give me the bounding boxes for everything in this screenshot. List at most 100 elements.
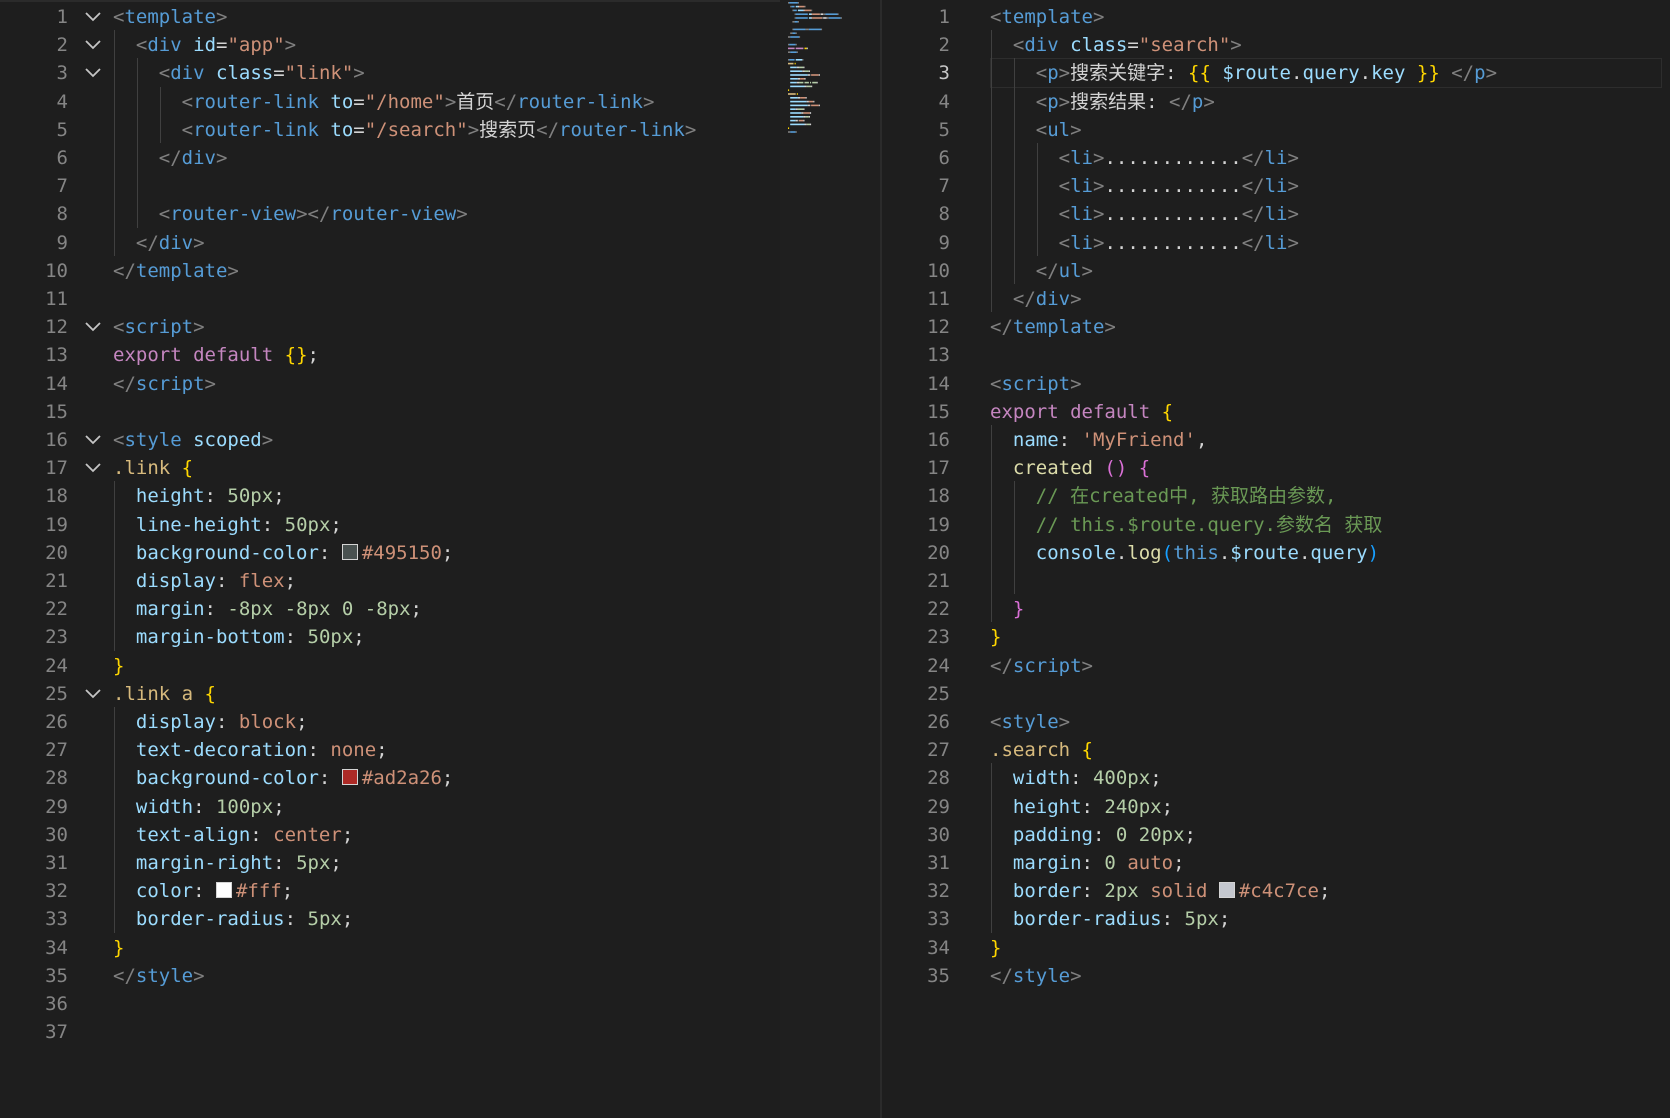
code-text[interactable]: height: 50px;	[113, 481, 285, 511]
code-text[interactable]: line-height: 50px;	[113, 510, 342, 540]
code-text[interactable]: </div>	[990, 284, 1082, 314]
code-text[interactable]: text-align: center;	[113, 820, 353, 850]
code-text[interactable]: margin: 0 auto;	[990, 848, 1185, 878]
code-text[interactable]: text-decoration: none;	[113, 735, 388, 765]
code-text[interactable]: <div class="search">	[990, 30, 1242, 60]
code-line[interactable]: 7 <li>............</li>	[882, 171, 1670, 201]
code-line[interactable]: 21 display: flex;	[0, 566, 780, 596]
code-line[interactable]: 3 <p>搜索关键字: {{ $route.query.key }} </p>	[882, 58, 1670, 88]
code-text[interactable]: .search {	[990, 735, 1093, 765]
left-editor-pane[interactable]: 1 <template> 2 <div id="app"> 3 <div class=…	[0, 0, 880, 1118]
code-line[interactable]: 2 <div id="app">	[0, 30, 780, 60]
code-line[interactable]: 6 </div>	[0, 143, 780, 173]
code-line[interactable]: 4 <router-link to="/home">首页</router-lin…	[0, 87, 780, 117]
code-line[interactable]: 13	[882, 340, 1670, 370]
code-text[interactable]: created () {	[990, 453, 1150, 483]
code-line[interactable]: 17 .link {	[0, 453, 780, 483]
code-line[interactable]: 14 <script>	[882, 369, 1670, 399]
code-text[interactable]: </style>	[990, 961, 1082, 991]
code-line[interactable]: 24 </script>	[882, 651, 1670, 681]
code-text[interactable]: }	[990, 933, 1001, 963]
code-line[interactable]: 10 </ul>	[882, 256, 1670, 286]
code-text[interactable]: <template>	[113, 2, 227, 32]
code-text[interactable]: }	[990, 622, 1001, 652]
color-swatch[interactable]	[341, 769, 358, 786]
code-line[interactable]: 35 </style>	[0, 961, 780, 991]
code-line[interactable]: 28 background-color: #ad2a26;	[0, 763, 780, 793]
code-line[interactable]: 3 <div class="link">	[0, 58, 780, 88]
code-line[interactable]: 17 created () {	[882, 453, 1670, 483]
code-text[interactable]: </script>	[113, 369, 216, 399]
code-line[interactable]: 27 text-decoration: none;	[0, 735, 780, 765]
code-text[interactable]: </script>	[990, 651, 1093, 681]
code-line[interactable]: 27 .search {	[882, 735, 1670, 765]
fold-chevron-icon[interactable]	[82, 30, 102, 60]
code-line[interactable]: 11	[0, 284, 780, 314]
code-text[interactable]: <p>搜索关键字: {{ $route.query.key }} </p>	[990, 58, 1497, 88]
code-line[interactable]: 2 <div class="search">	[882, 30, 1670, 60]
code-text[interactable]: background-color: #495150;	[113, 538, 453, 568]
code-text[interactable]: </div>	[113, 143, 228, 173]
code-line[interactable]: 24}	[0, 651, 780, 681]
code-text[interactable]: }	[990, 594, 1024, 624]
code-line[interactable]: 31 margin: 0 auto;	[882, 848, 1670, 878]
code-line[interactable]: 15	[0, 397, 780, 427]
code-text[interactable]: <script>	[113, 312, 205, 342]
code-text[interactable]: .link {	[113, 453, 193, 483]
fold-chevron-icon[interactable]	[82, 425, 102, 455]
code-line[interactable]: 23 margin-bottom: 50px;	[0, 622, 780, 652]
fold-chevron-icon[interactable]	[82, 679, 102, 709]
code-text[interactable]: margin: -8px -8px 0 -8px;	[113, 594, 422, 624]
code-text[interactable]: border-radius: 5px;	[990, 904, 1230, 934]
code-line[interactable]: 16 name: 'MyFriend',	[882, 425, 1670, 455]
fold-chevron-icon[interactable]	[82, 453, 102, 483]
code-line[interactable]: 26 <style>	[882, 707, 1670, 737]
code-text[interactable]: .link a {	[113, 679, 216, 709]
code-text[interactable]: <div class="link">	[113, 58, 365, 88]
code-line[interactable]: 4 <p>搜索结果: </p>	[882, 87, 1670, 117]
code-text[interactable]: export default {};	[113, 340, 319, 370]
code-line[interactable]: 12 </template>	[882, 312, 1670, 342]
code-line[interactable]: 12 <script>	[0, 312, 780, 342]
code-line[interactable]: 11 </div>	[882, 284, 1670, 314]
code-line[interactable]: 1 <template>	[882, 2, 1670, 32]
code-text[interactable]: // 在created中, 获取路由参数,	[990, 481, 1337, 511]
code-text[interactable]: </div>	[113, 228, 205, 258]
code-line[interactable]: 13 export default {};	[0, 340, 780, 370]
code-text[interactable]: </template>	[113, 256, 239, 286]
code-text[interactable]: </ul>	[990, 256, 1093, 286]
code-text[interactable]: <script>	[990, 369, 1082, 399]
code-line[interactable]: 5 <router-link to="/search">搜索页</router-…	[0, 115, 780, 145]
code-text[interactable]: // this.$route.query.参数名 获取	[990, 510, 1383, 540]
code-text[interactable]: <ul>	[990, 115, 1082, 145]
code-line[interactable]: 28 width: 400px;	[882, 763, 1670, 793]
code-text[interactable]: name: 'MyFriend',	[990, 425, 1208, 455]
code-text[interactable]: padding: 0 20px;	[990, 820, 1196, 850]
code-text[interactable]: </style>	[113, 961, 205, 991]
code-line[interactable]: 6 <li>............</li>	[882, 143, 1670, 173]
code-line[interactable]: 16 <style scoped>	[0, 425, 780, 455]
code-text[interactable]: border: 2px solid #c4c7ce;	[990, 876, 1331, 906]
code-line[interactable]: 9 <li>............</li>	[882, 228, 1670, 258]
code-line[interactable]: 29 width: 100px;	[0, 792, 780, 822]
code-line[interactable]: 37	[0, 1017, 780, 1047]
code-line[interactable]: 30 padding: 0 20px;	[882, 820, 1670, 850]
color-swatch[interactable]	[215, 882, 232, 899]
fold-chevron-icon[interactable]	[82, 2, 102, 32]
code-line[interactable]: 14 </script>	[0, 369, 780, 399]
code-line[interactable]: 31 margin-right: 5px;	[0, 848, 780, 878]
code-line[interactable]: 8 <router-view></router-view>	[0, 199, 780, 229]
code-line[interactable]: 1 <template>	[0, 2, 780, 32]
minimap[interactable]	[784, 0, 880, 150]
code-text[interactable]: <router-link to="/home">首页</router-link>	[113, 87, 655, 117]
code-text[interactable]: margin-bottom: 50px;	[113, 622, 365, 652]
code-text[interactable]: <p>搜索结果: </p>	[990, 87, 1215, 117]
color-swatch[interactable]	[341, 543, 358, 560]
code-line[interactable]: 8 <li>............</li>	[882, 199, 1670, 229]
code-text[interactable]: display: flex;	[113, 566, 296, 596]
code-text[interactable]: <template>	[990, 2, 1104, 32]
code-text[interactable]: }	[113, 651, 124, 681]
code-text[interactable]: color: #fff;	[113, 876, 293, 906]
code-line[interactable]: 22 margin: -8px -8px 0 -8px;	[0, 594, 780, 624]
code-text[interactable]: <div id="app">	[113, 30, 296, 60]
